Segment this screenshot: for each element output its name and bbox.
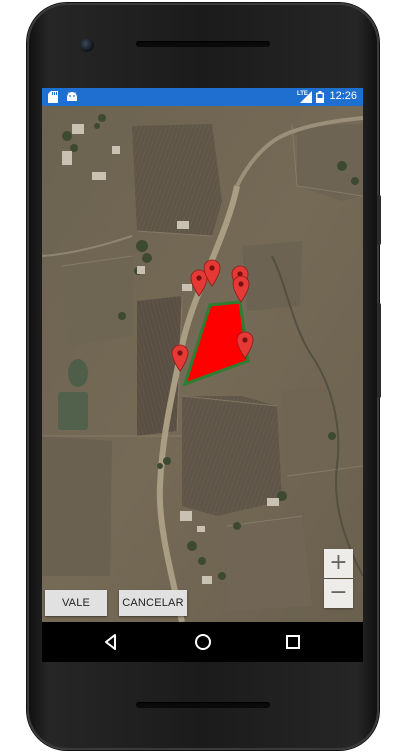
front-camera [80, 38, 94, 52]
android-icon [67, 92, 77, 101]
top-speaker [136, 41, 270, 47]
volume-button [377, 303, 381, 398]
satellite-map[interactable] [42, 106, 363, 622]
power-button [377, 195, 381, 245]
battery-icon [316, 91, 324, 103]
recents-icon[interactable] [282, 631, 304, 653]
bottom-speaker [136, 702, 270, 708]
zoom-in-button[interactable]: + [324, 549, 353, 578]
back-icon[interactable] [100, 631, 122, 653]
sd-card-icon [48, 91, 58, 103]
signal-icon [300, 91, 312, 103]
navigation-bar [42, 622, 363, 662]
screen: LTE 12:26 VALE CANCELAR + − [42, 88, 363, 622]
clock: 12:26 [329, 90, 357, 102]
home-icon[interactable] [192, 631, 214, 653]
map-canvas[interactable] [42, 106, 363, 622]
vale-button[interactable]: VALE [45, 590, 107, 616]
cancelar-button[interactable]: CANCELAR [119, 590, 187, 616]
zoom-out-button[interactable]: − [324, 579, 353, 608]
status-bar: LTE 12:26 [42, 88, 363, 106]
